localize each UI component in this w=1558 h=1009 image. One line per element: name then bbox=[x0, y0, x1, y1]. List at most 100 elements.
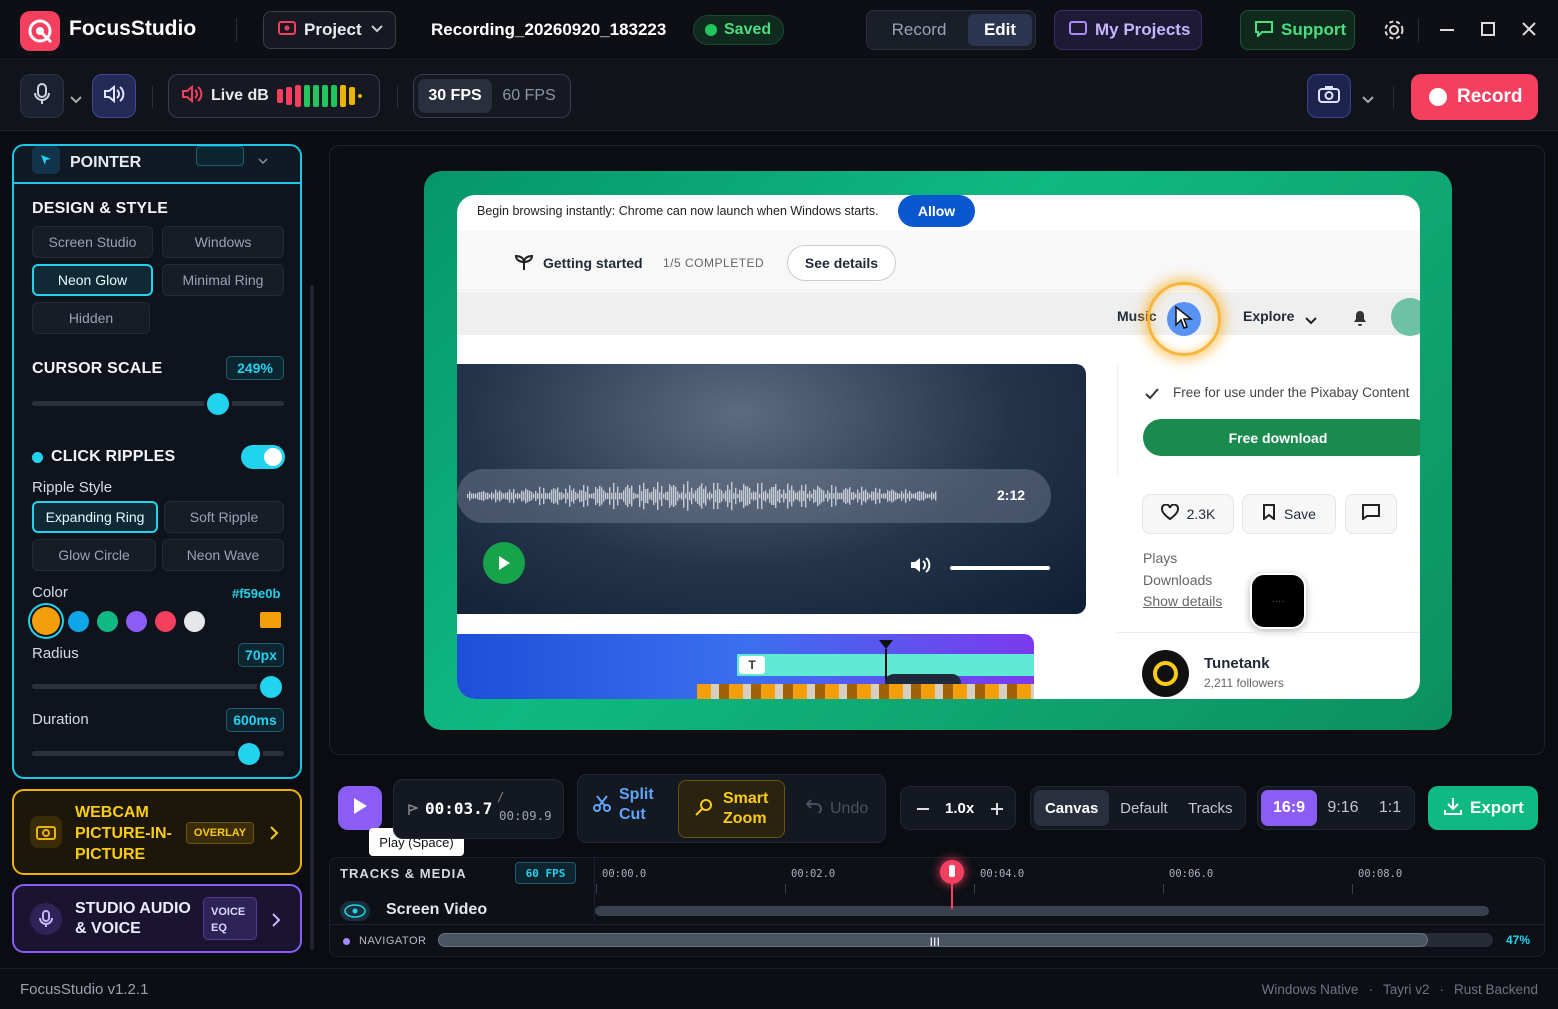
tick-mark bbox=[785, 884, 786, 894]
webcam-pip-card[interactable]: WEBCAM PICTURE-IN-PICTURE OVERLAY bbox=[12, 789, 302, 875]
screenshot-button[interactable] bbox=[1307, 74, 1351, 118]
maximize-icon[interactable] bbox=[1481, 22, 1495, 36]
divider bbox=[236, 18, 237, 42]
minus-icon[interactable] bbox=[917, 808, 929, 810]
play-button[interactable] bbox=[338, 786, 382, 830]
allow-button[interactable]: Allow bbox=[898, 195, 975, 227]
color-swatch[interactable] bbox=[126, 610, 147, 632]
record-button[interactable]: Record bbox=[1411, 74, 1538, 120]
radius-slider-track[interactable] bbox=[32, 684, 284, 689]
eye-icon[interactable] bbox=[340, 901, 370, 921]
navigator-label: NAVIGATOR bbox=[359, 935, 427, 947]
fps-30-option[interactable]: 30 FPS bbox=[418, 79, 492, 113]
custom-color-picker[interactable] bbox=[260, 612, 281, 628]
design-option-screen-studio[interactable]: Screen Studio bbox=[32, 226, 153, 258]
aspect-9-16[interactable]: 9:16 bbox=[1317, 790, 1369, 826]
comment-button[interactable] bbox=[1345, 494, 1397, 534]
microphone-button[interactable] bbox=[20, 74, 64, 118]
ripple-option-expanding-ring[interactable]: Expanding Ring bbox=[32, 501, 158, 533]
speed-value: 1.0x bbox=[945, 800, 975, 817]
chevron-down-icon[interactable] bbox=[258, 152, 268, 170]
support-button[interactable]: Support bbox=[1240, 10, 1355, 50]
like-button[interactable]: 2.3K bbox=[1142, 494, 1234, 534]
design-option-minimal-ring[interactable]: Minimal Ring bbox=[162, 264, 284, 296]
view-default[interactable]: Default bbox=[1109, 790, 1178, 826]
view-canvas[interactable]: Canvas bbox=[1034, 790, 1110, 826]
ripple-option-glow-circle[interactable]: Glow Circle bbox=[32, 539, 156, 571]
play-icon bbox=[352, 797, 368, 820]
explore-menu[interactable]: Explore bbox=[1243, 308, 1294, 324]
screen-video-clip[interactable] bbox=[595, 906, 1489, 916]
current-time: 00:03.7 bbox=[425, 799, 493, 818]
status-dot-icon bbox=[705, 24, 717, 36]
color-swatch[interactable] bbox=[68, 610, 89, 632]
separator-dot: · bbox=[1439, 982, 1444, 997]
smart-zoom-button[interactable]: Smart Zoom bbox=[678, 780, 785, 838]
waveform-bar[interactable]: 2:12 bbox=[457, 469, 1051, 523]
ripple-option-neon-wave[interactable]: Neon Wave bbox=[162, 539, 284, 571]
sidebar-scrollbar[interactable] bbox=[310, 285, 314, 950]
duration-slider-thumb[interactable] bbox=[237, 743, 260, 765]
color-swatch[interactable] bbox=[97, 610, 118, 632]
color-swatch[interactable] bbox=[184, 610, 205, 632]
show-details-link[interactable]: Show details bbox=[1143, 593, 1222, 609]
webcam-bubble[interactable]: ···· bbox=[1250, 573, 1306, 629]
playhead-handle[interactable] bbox=[940, 860, 964, 884]
tab-edit[interactable]: Edit bbox=[968, 14, 1032, 46]
download-icon bbox=[1444, 797, 1462, 820]
license-text: Free for use under the Pixabay Content bbox=[1173, 385, 1410, 400]
settings-gear-icon[interactable] bbox=[1383, 19, 1405, 46]
screenshot-chevron-down-icon[interactable] bbox=[1362, 91, 1374, 109]
view-tracks[interactable]: Tracks bbox=[1179, 790, 1242, 826]
color-swatch[interactable] bbox=[155, 610, 176, 632]
minimize-icon[interactable] bbox=[1440, 29, 1454, 31]
plus-icon[interactable] bbox=[991, 802, 1003, 820]
time-separator: / bbox=[497, 790, 505, 804]
navigator-track[interactable]: ||| bbox=[438, 933, 1493, 947]
aspect-1-1[interactable]: 1:1 bbox=[1369, 790, 1411, 826]
pointer-label: POINTER bbox=[70, 154, 142, 171]
close-icon[interactable] bbox=[1521, 21, 1537, 42]
cursor-scale-heading: CURSOR SCALE bbox=[32, 360, 163, 377]
pointer-header[interactable]: POINTER bbox=[14, 146, 300, 184]
cursor-scale-slider-thumb[interactable] bbox=[207, 393, 230, 415]
volume-icon[interactable] bbox=[909, 556, 933, 579]
mic-chevron-down-icon[interactable] bbox=[70, 91, 82, 109]
bell-icon[interactable] bbox=[1351, 307, 1369, 332]
undo-button[interactable]: Undo bbox=[805, 799, 868, 818]
play-icon[interactable] bbox=[483, 542, 525, 584]
footer-tags: Windows Native · Tayri v2 · Rust Backend bbox=[1262, 982, 1538, 997]
design-option-hidden[interactable]: Hidden bbox=[32, 302, 150, 334]
cursor-scale-slider-track[interactable] bbox=[32, 401, 284, 406]
free-download-button[interactable]: Free download bbox=[1143, 419, 1420, 456]
nested-thumbnails bbox=[697, 684, 1034, 699]
click-ripples-toggle[interactable] bbox=[241, 445, 285, 469]
save-button[interactable]: Save bbox=[1242, 494, 1336, 534]
my-projects-button[interactable]: My Projects bbox=[1054, 10, 1202, 50]
waveform-graphic bbox=[467, 481, 937, 511]
app-name: FocusStudio bbox=[69, 17, 197, 40]
see-details-button[interactable]: See details bbox=[787, 245, 896, 281]
volume-slider[interactable] bbox=[950, 566, 1050, 570]
project-label: Project bbox=[304, 20, 362, 39]
project-dropdown[interactable]: Project bbox=[263, 11, 396, 49]
design-option-neon-glow[interactable]: Neon Glow bbox=[32, 264, 153, 296]
design-option-windows[interactable]: Windows bbox=[162, 226, 284, 258]
fps-60-option[interactable]: 60 FPS bbox=[492, 79, 566, 113]
export-button[interactable]: Export bbox=[1428, 786, 1538, 830]
artist-name[interactable]: Tunetank bbox=[1204, 655, 1270, 672]
ripple-option-soft-ripple[interactable]: Soft Ripple bbox=[164, 501, 284, 533]
system-audio-button[interactable] bbox=[92, 74, 136, 118]
color-swatch[interactable] bbox=[32, 607, 60, 635]
aspect-16-9[interactable]: 16:9 bbox=[1261, 790, 1317, 826]
radius-slider-thumb[interactable] bbox=[260, 676, 283, 698]
file-name[interactable]: Recording_20260920_183223 bbox=[431, 20, 666, 40]
tick-mark bbox=[1163, 884, 1164, 894]
bookmark-icon bbox=[1262, 503, 1276, 525]
split-cut-button[interactable]: Split Cut bbox=[593, 785, 659, 825]
footer-tag: Tayri v2 bbox=[1382, 982, 1430, 997]
pointer-mini-badge bbox=[196, 146, 244, 166]
tab-record[interactable]: Record bbox=[870, 14, 968, 46]
studio-audio-card[interactable]: STUDIO AUDIO & VOICE VOICE EQ bbox=[12, 884, 302, 953]
toggle-knob bbox=[264, 448, 282, 466]
